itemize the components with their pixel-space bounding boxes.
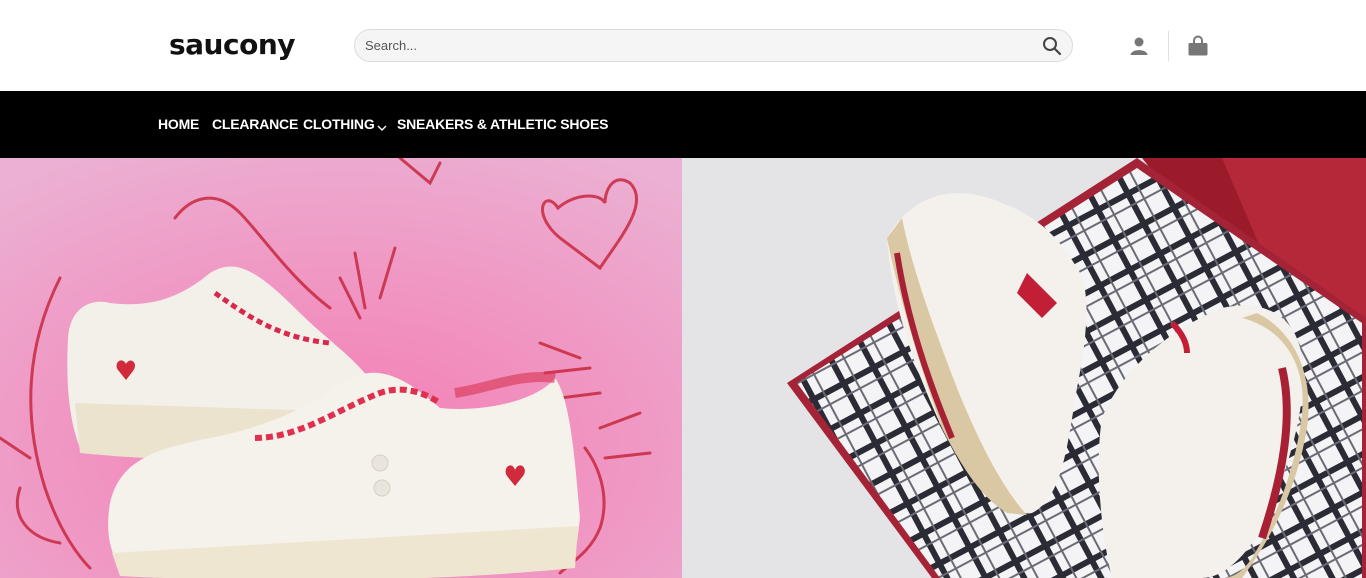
search-icon[interactable]	[1042, 36, 1062, 56]
site-header: saucony	[0, 0, 1366, 91]
nav-item-sneakers-athletic-shoes[interactable]: SNEAKERS & ATHLETIC SHOES	[397, 116, 608, 132]
search-input[interactable]	[365, 30, 1035, 61]
hero-banner-left[interactable]	[0, 158, 682, 578]
hero-banner-right[interactable]	[682, 158, 1366, 578]
cart-icon[interactable]	[1187, 35, 1209, 57]
search-bar[interactable]	[354, 29, 1073, 62]
account-icon[interactable]	[1129, 36, 1149, 56]
nav-item-clearance[interactable]: CLEARANCE	[212, 116, 298, 132]
header-divider	[1168, 31, 1169, 61]
running-shoes-plaid-image	[682, 158, 1366, 578]
chevron-down-icon	[377, 120, 387, 132]
nav-item-clothing-label: CLOTHING	[303, 116, 375, 132]
nav-item-home[interactable]: HOME	[158, 116, 199, 132]
main-navigation: HOME CLEARANCE CLOTHING SNEAKERS & ATHLE…	[0, 91, 1366, 158]
sneakers-pink-image	[0, 158, 682, 578]
nav-item-clothing[interactable]: CLOTHING	[303, 116, 387, 132]
saucony-logo[interactable]: saucony	[169, 27, 296, 63]
